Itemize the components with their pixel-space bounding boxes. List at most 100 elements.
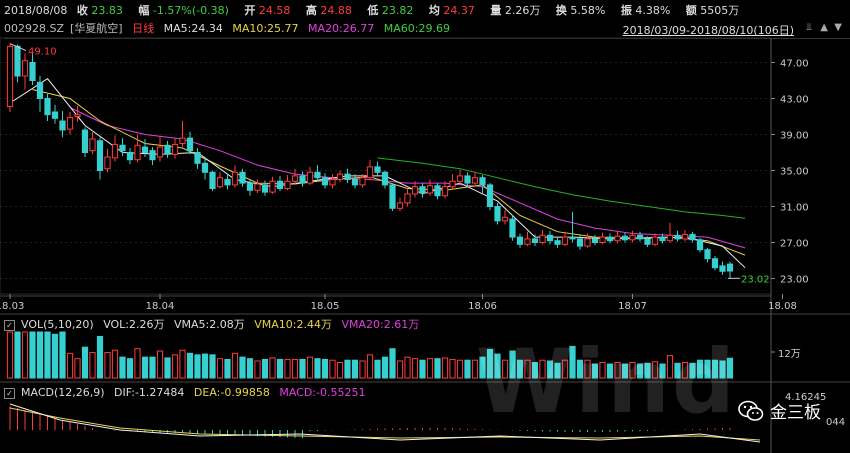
volume-bar [426,358,434,379]
volume-bar [389,348,396,379]
down-candle [149,150,156,161]
volume-bar [269,357,276,379]
down-candle [464,175,471,184]
down-candle [434,185,441,197]
down-candle [479,177,486,186]
down-candle [141,146,149,154]
up-candle [359,177,366,186]
candlesticks [6,43,734,279]
up-candle [599,236,606,244]
down-candle [96,140,104,172]
volume-bar [29,331,36,379]
up-candle [111,143,119,159]
down-candle [576,238,584,247]
volume-bar [51,333,59,379]
up-candle [396,202,404,209]
up-candle [524,238,531,245]
volume-bar [321,358,329,379]
up-candle [6,45,14,108]
date-axis: 18.03 18.04 18.05 18.06 18.07 18.08 [0,294,797,312]
down-candle [81,129,89,153]
down-candle [276,180,284,190]
volume-bar [141,356,149,379]
down-candle [494,206,501,222]
down-candle [704,249,711,260]
down-candle [569,236,576,240]
down-candle [659,236,666,242]
volume-bar [359,360,366,379]
down-candle [726,263,734,272]
ma20-line [69,107,746,249]
volume-bar [396,360,404,379]
volume-bar [374,359,381,379]
down-candle [344,173,351,181]
up-candle [89,138,96,152]
volume-bar [411,358,419,379]
down-candle [636,234,644,240]
volume-bar [66,352,74,379]
volume-bar [6,331,14,379]
date-tick-label: 18.04 [146,301,175,312]
down-candle [546,234,554,242]
down-candle [531,238,539,243]
down-candle [261,184,269,193]
up-candle [651,236,659,245]
volume-bar [336,362,344,379]
up-candle [539,234,546,244]
volume-bar [171,354,179,379]
up-candle [231,171,239,186]
up-candle [134,144,141,161]
volume-bar [119,356,126,379]
down-candle [44,98,51,116]
date-tick-label: 18.06 [468,301,497,312]
ma10-line [32,89,746,256]
up-candle [156,146,164,158]
price-tick-label: 35.00 [780,167,809,178]
up-candle [426,185,434,194]
up-candle [74,114,81,117]
volume-bar [96,335,104,379]
up-candle [666,234,674,242]
down-candle [351,179,359,186]
up-candle [501,216,509,222]
down-candle [591,238,599,243]
down-candle [554,240,561,245]
down-candle [119,144,126,152]
down-candle [299,175,306,184]
down-candle [719,265,726,272]
down-candle [201,162,209,173]
down-candle [14,45,21,77]
down-candle [606,236,614,242]
volume-bar [434,358,441,379]
volume-bar [164,357,171,379]
brand-watermark: 金三板 [738,398,821,423]
up-candle [629,234,636,241]
up-candle [471,177,479,184]
date-tick-label: 18.05 [311,301,340,312]
up-candle [306,171,314,184]
volume-bar [156,350,164,379]
volume-bar [329,359,336,379]
down-candle [674,234,681,240]
down-candle [711,258,719,269]
up-candle [404,193,411,204]
date-tick-label: 18.08 [768,301,797,312]
up-candle [411,186,419,195]
volume-bar [381,356,389,379]
volume-bar [261,358,269,379]
volume-bar [344,359,351,379]
volume-bar [21,331,29,379]
volume-bar [216,358,224,379]
down-candle [194,152,201,164]
volume-bar [224,358,231,379]
down-candle [246,182,254,191]
down-candle [621,235,629,241]
macd-axis-bottom: 044 [826,417,845,428]
date-tick-label: 18.07 [618,301,647,312]
up-candle [614,235,621,242]
volume-bar [194,354,201,379]
volume-bar [44,331,51,379]
volume-bar [14,331,21,379]
up-candle [21,60,29,77]
up-candle [449,180,456,188]
